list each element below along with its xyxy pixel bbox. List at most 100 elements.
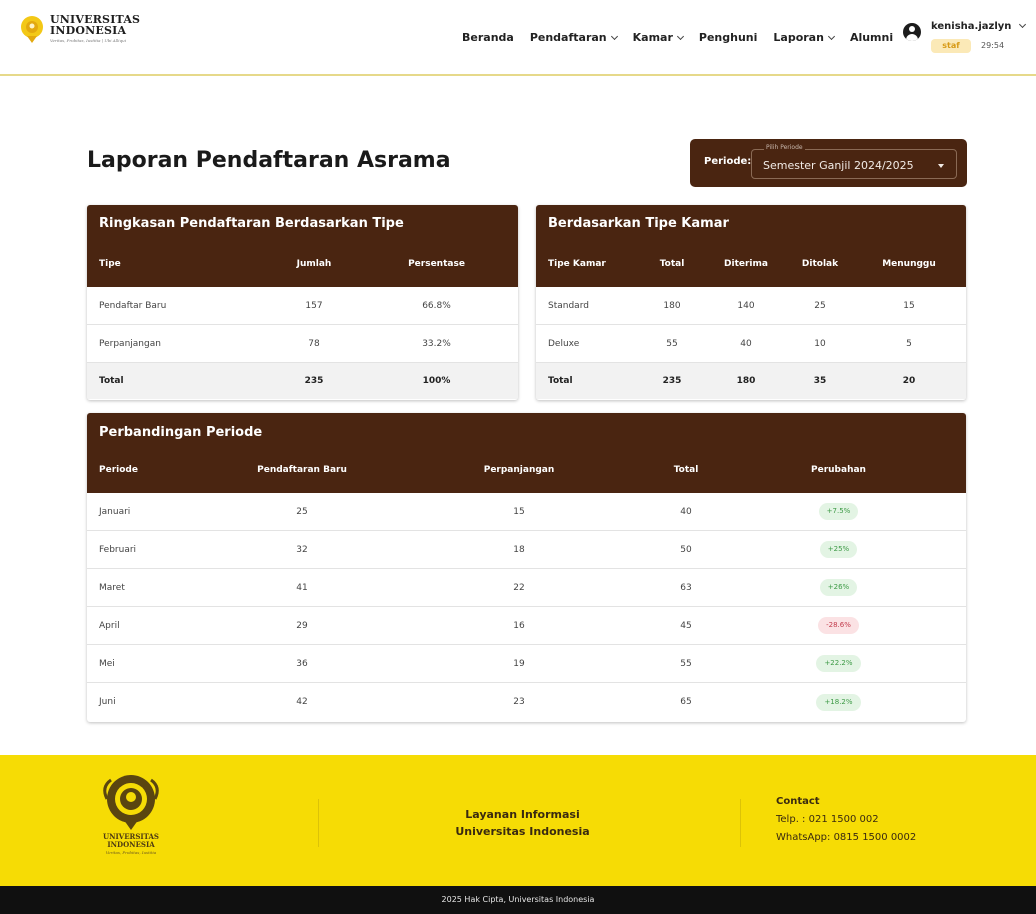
table-cell: 50 [680, 544, 692, 555]
table-cell: 45 [680, 620, 692, 631]
table-header: Tipe Jumlah Persentase [87, 241, 518, 287]
footer-divider [318, 799, 319, 847]
table-cell: 36 [296, 658, 308, 669]
logo-tagline: Veritas, Probitas, Iustitia | Ubi Alliqu… [50, 38, 126, 43]
table-row: Januari 25 15 40 +7.5% [87, 493, 966, 531]
table-row: Mei 36 19 55 +22.2% [87, 645, 966, 683]
table-cell: Maret [99, 582, 125, 593]
table-cell: 15 [903, 300, 915, 311]
footer: UNIVERSITAS INDONESIA Veritas, Probitas,… [0, 755, 1036, 886]
table-cell: 22 [513, 582, 525, 593]
col-header: Tipe Kamar [548, 259, 606, 269]
table-row: Maret 41 22 63 +26% [87, 569, 966, 607]
table-cell: 19 [513, 658, 525, 669]
nav-beranda-label: Beranda [462, 31, 514, 44]
table-cell: 78 [308, 338, 320, 349]
makara-emblem-icon [21, 16, 43, 43]
table-cell: Februari [99, 544, 137, 555]
table-cell: 40 [680, 506, 692, 517]
nav-laporan-label: Laporan [773, 31, 824, 44]
table-cell: Deluxe [548, 338, 580, 349]
table-cell: Mei [99, 658, 115, 669]
change-badge: +26% [819, 579, 858, 596]
nav-alumni[interactable]: Alumni [850, 31, 893, 44]
col-header: Total [659, 259, 685, 269]
footer-contact: Contact Telp. : 021 1500 002 WhatsApp: 0… [776, 793, 916, 847]
table-cell: Total [99, 376, 124, 386]
footer-uni-tagline: Veritas, Probitas, Iustitia [105, 850, 157, 855]
table-total-row: Total 235 180 35 20 [536, 363, 966, 399]
table-row: April 29 16 45 -28.6% [87, 607, 966, 645]
table-cell: 65 [680, 697, 692, 707]
col-header: Diterima [724, 259, 768, 269]
table-cell: 157 [305, 300, 323, 311]
col-header: Perubahan [811, 465, 866, 475]
table-cell: 40 [740, 338, 752, 349]
table-cell: 66.8% [422, 300, 451, 311]
table-cell: Pendaftar Baru [99, 300, 167, 311]
contact-whatsapp[interactable]: WhatsApp: 0815 1500 0002 [776, 829, 916, 847]
table-cell: 18 [513, 544, 525, 555]
contact-title: Contact [776, 796, 820, 807]
table-cell: 180 [736, 376, 756, 386]
footer-logo-text: UNIVERSITAS INDONESIA Veritas, Probitas,… [97, 833, 165, 857]
table-cell: 35 [813, 376, 827, 386]
summary-by-type-card: Ringkasan Pendaftaran Berdasarkan Tipe T… [87, 205, 518, 400]
table-cell: Standard [548, 300, 589, 311]
table-row: Pendaftar Baru 157 66.8% [87, 287, 518, 325]
table-cell: Total [548, 376, 573, 386]
table-cell: 63 [680, 582, 692, 593]
caret-down-icon [938, 164, 944, 168]
period-select-value: Semester Ganjil 2024/2025 [763, 159, 914, 172]
col-header: Periode [99, 465, 138, 475]
logo-line-2: INDONESIA [50, 24, 127, 37]
makara-emblem-icon [103, 775, 159, 830]
card-title: Perbandingan Periode [99, 425, 263, 440]
nav-laporan[interactable]: Laporan [773, 31, 835, 44]
table-row: Februari 32 18 50 +25% [87, 531, 966, 569]
nav-penghuni[interactable]: Penghuni [699, 31, 758, 44]
page-title: Laporan Pendaftaran Asrama [87, 148, 451, 173]
col-header: Ditolak [801, 259, 839, 269]
footer-info-line-1: Layanan Informasi [465, 808, 580, 821]
table-cell: 23 [513, 697, 525, 707]
table-cell: 16 [513, 620, 525, 631]
col-header: Persentase [408, 259, 465, 269]
table-cell: Januari [99, 506, 131, 517]
card-title: Ringkasan Pendaftaran Berdasarkan Tipe [99, 216, 404, 231]
nav-pendaftaran-label: Pendaftaran [529, 31, 607, 44]
ui-logo[interactable]: UNIVERSITAS INDONESIA Veritas, Probitas,… [19, 14, 140, 44]
table-header: Periode Pendaftaran Baru Perpanjangan To… [87, 447, 966, 493]
nav-pendaftaran[interactable]: Pendaftaran [529, 31, 618, 44]
table-row: Juni 42 23 65 +18.2% [87, 683, 966, 721]
table-cell: April [99, 620, 120, 631]
footer-info: Layanan Informasi Universitas Indonesia [425, 806, 620, 840]
table-cell: 29 [296, 620, 308, 631]
col-header: Total [673, 465, 699, 475]
col-header: Menunggu [882, 259, 936, 269]
change-badge: +7.5% [818, 503, 859, 520]
table-cell: 25 [814, 300, 826, 311]
role-badge: staf [931, 39, 971, 53]
table-cell: 15 [513, 506, 525, 517]
change-badge: +25% [819, 541, 858, 558]
nav-beranda[interactable]: Beranda [462, 31, 514, 44]
nav-kamar[interactable]: Kamar [633, 31, 684, 44]
table-cell: Perpanjangan [99, 338, 161, 349]
nav-penghuni-label: Penghuni [698, 31, 758, 44]
table-cell: 42 [296, 697, 308, 707]
table-cell: 33.2% [422, 338, 451, 349]
table-header: Tipe Kamar Total Diterima Ditolak Menung… [536, 241, 966, 287]
period-comparison-card: Perbandingan Periode Periode Pendaftaran… [87, 413, 966, 722]
chevron-down-icon[interactable] [1018, 20, 1027, 29]
period-select[interactable]: Semester Ganjil 2024/2025 [751, 149, 957, 179]
table-cell: 41 [296, 582, 308, 593]
card-title: Berdasarkan Tipe Kamar [548, 216, 729, 231]
table-cell: 5 [906, 338, 912, 349]
contact-phone[interactable]: Telp. : 021 1500 002 [776, 811, 916, 829]
table-row: Perpanjangan 78 33.2% [87, 325, 518, 363]
table-cell: 55 [680, 658, 692, 669]
period-float-label: Pilih Periode [764, 144, 805, 151]
footer-info-line-2: Universitas Indonesia [455, 825, 590, 838]
table-cell: 235 [662, 376, 682, 386]
